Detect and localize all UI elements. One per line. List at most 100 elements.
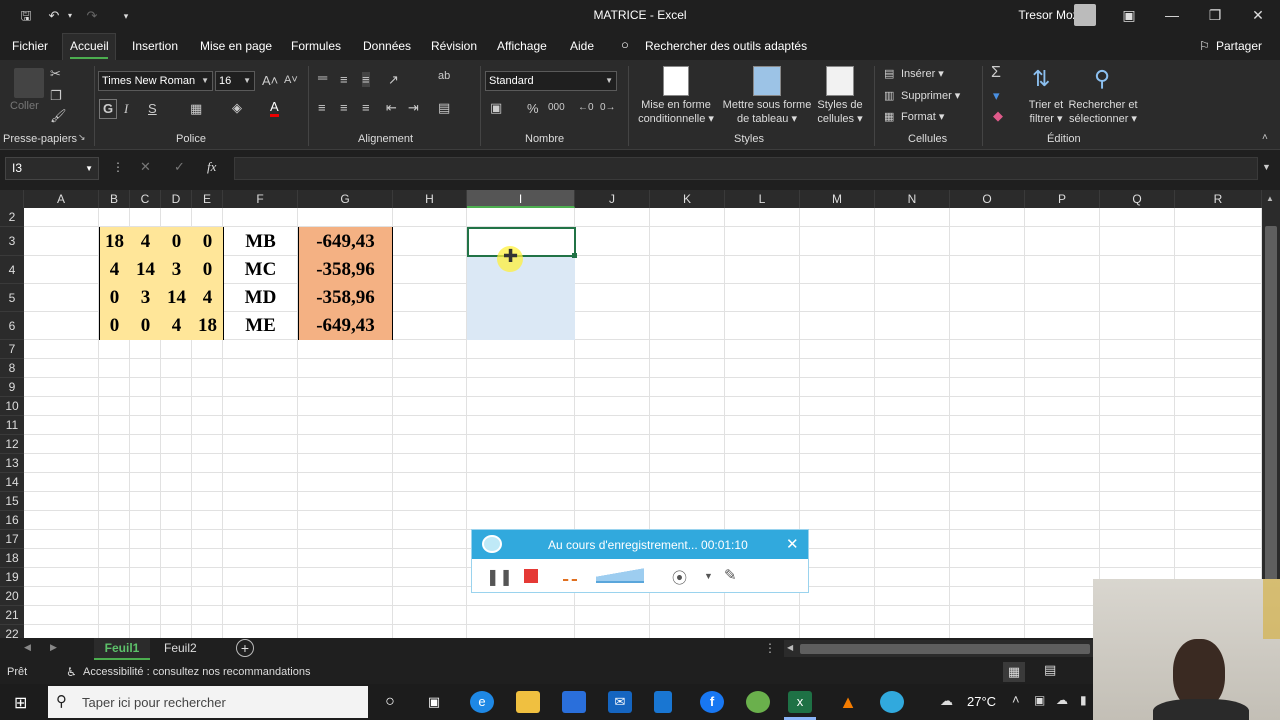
column-header[interactable]: G [298, 190, 393, 208]
tab-revision[interactable]: Révision [431, 39, 477, 53]
matrix-cell[interactable]: 18 [99, 227, 130, 256]
value-cell[interactable]: -358,96 [298, 284, 393, 312]
column-header[interactable]: J [575, 190, 650, 208]
utorrent-icon[interactable] [746, 691, 770, 713]
accounting-format-icon[interactable]: ▣ [490, 100, 502, 116]
italic-button[interactable]: I [124, 101, 128, 117]
clear-icon[interactable]: ◆ [993, 108, 1003, 124]
row-header[interactable]: 9 [0, 378, 24, 397]
ribbon-display-icon[interactable]: ▣ [1114, 4, 1144, 26]
tab-donnees[interactable]: Données [363, 39, 411, 53]
task-view-icon[interactable]: ▣ [422, 691, 446, 713]
formula-input[interactable] [234, 157, 1258, 180]
matrix-cell[interactable]: 4 [192, 284, 223, 312]
align-center-icon[interactable]: ≡ [340, 100, 348, 115]
clipboard-launcher-icon[interactable]: ↘ [78, 132, 86, 143]
font-name-combo[interactable]: Times New Roman ▼ [98, 71, 213, 91]
matrix-cell[interactable]: 3 [161, 256, 192, 284]
sheet-tab-feuil2[interactable]: Feuil2 [164, 641, 197, 655]
align-top-icon[interactable]: ═ [318, 70, 327, 85]
percent-button[interactable]: % [527, 101, 539, 116]
row-header[interactable]: 16 [0, 511, 24, 530]
delete-cells-icon[interactable]: ▥ [884, 89, 894, 102]
confirm-entry-icon[interactable]: ✓ [174, 159, 185, 175]
column-header[interactable]: D [161, 190, 192, 208]
column-header[interactable]: Q [1100, 190, 1175, 208]
format-painter-icon[interactable]: 🖌 [50, 108, 67, 124]
column-header[interactable]: K [650, 190, 725, 208]
insert-cells-icon[interactable]: ▤ [884, 67, 894, 80]
cell-styles-icon[interactable] [826, 66, 854, 96]
label-cell[interactable]: ME [223, 312, 298, 340]
row-header[interactable]: 22 [0, 625, 24, 638]
insert-button[interactable]: Insérer ▾ [901, 68, 944, 82]
increase-decimal-icon[interactable]: ←0 [578, 102, 594, 113]
share-button[interactable]: Partager [1216, 39, 1262, 53]
wrap-text-icon[interactable]: ab [438, 70, 450, 82]
grow-font-icon[interactable]: A˄ [262, 73, 278, 88]
word-doc-icon[interactable] [654, 691, 672, 713]
page-layout-view-icon[interactable]: ▤ [1044, 662, 1056, 678]
row-header[interactable]: 5 [0, 284, 24, 312]
column-header[interactable]: O [950, 190, 1025, 208]
name-box[interactable]: I3 ▼ [5, 157, 99, 180]
prev-sheet-icon[interactable]: ◀ [24, 642, 31, 653]
matrix-cell[interactable]: 0 [192, 227, 223, 256]
row-header[interactable]: 17 [0, 530, 24, 549]
tab-fichier[interactable]: Fichier [12, 39, 48, 53]
row-header[interactable]: 2 [0, 208, 24, 227]
conditional-format-icon[interactable] [663, 66, 689, 96]
scroll-up-icon[interactable]: ▲ [1266, 194, 1274, 203]
fill-icon[interactable]: ▾ [993, 88, 1000, 104]
column-header[interactable]: M [800, 190, 875, 208]
more-options-icon[interactable]: ⋮ [764, 641, 776, 655]
matrix-cell[interactable]: 14 [130, 256, 161, 284]
format-as-table-icon[interactable] [753, 66, 781, 96]
windows-start-icon[interactable]: ⊞ [14, 693, 27, 713]
column-header[interactable]: L [725, 190, 800, 208]
column-header[interactable]: A [24, 190, 99, 208]
value-cell[interactable]: -649,43 [298, 312, 393, 340]
sort-filter-button[interactable]: Trier et filtrer ▾ [1026, 99, 1066, 127]
row-header[interactable]: 4 [0, 256, 24, 284]
user-avatar[interactable] [1074, 4, 1096, 26]
recorder-app-icon[interactable] [880, 691, 904, 713]
scroll-left-icon[interactable]: ◀ [787, 643, 793, 652]
row-header[interactable]: 6 [0, 312, 24, 340]
row-header[interactable]: 8 [0, 359, 24, 378]
decrease-decimal-icon[interactable]: 0→ [600, 102, 616, 113]
webcam-icon[interactable]: ⦿ [672, 567, 687, 588]
network-icon[interactable]: ☁ [1056, 693, 1068, 707]
vertical-scroll-thumb[interactable] [1265, 226, 1277, 586]
label-cell[interactable]: MD [223, 284, 298, 312]
find-select-button[interactable]: Rechercher et sélectionner ▾ [1066, 99, 1140, 127]
paste-icon[interactable] [14, 68, 44, 98]
excel-icon[interactable]: x [788, 691, 812, 713]
sheet-tab-feuil1[interactable]: Feuil1 [94, 638, 150, 660]
column-header[interactable]: B [99, 190, 130, 208]
select-all-corner[interactable] [0, 190, 24, 208]
accessibility-status[interactable]: Accessibilité : consultez nos recommanda… [83, 666, 310, 678]
borders-icon[interactable]: ▦ [190, 101, 202, 117]
chevron-up-icon[interactable]: ˄ [1012, 692, 1020, 707]
sort-filter-icon[interactable]: ⇅ [1032, 66, 1050, 92]
more-options-icon[interactable]: ⋮ [112, 160, 124, 174]
taskbar-search-box[interactable]: ⚲ Taper ici pour rechercher [48, 686, 368, 718]
row-header[interactable]: 11 [0, 416, 24, 435]
row-header[interactable]: 21 [0, 606, 24, 625]
row-header[interactable]: 18 [0, 549, 24, 568]
insert-function-button[interactable]: fx [207, 159, 216, 175]
autosum-icon[interactable]: Σ [991, 64, 1001, 82]
font-color-icon[interactable]: A [270, 100, 279, 117]
row-header[interactable]: 13 [0, 454, 24, 473]
cancel-entry-icon[interactable]: ✕ [140, 159, 151, 175]
align-bottom-icon[interactable]: ≡ [362, 72, 370, 87]
expand-formula-icon[interactable]: ▼ [1262, 162, 1271, 172]
column-header[interactable]: P [1025, 190, 1100, 208]
file-explorer-icon[interactable] [516, 691, 540, 713]
tab-affichage[interactable]: Affichage [497, 39, 547, 53]
matrix-cell[interactable]: 0 [99, 312, 130, 340]
row-header[interactable]: 10 [0, 397, 24, 416]
vlc-icon[interactable]: ▲ [836, 691, 860, 713]
copy-icon[interactable]: ❐ [50, 88, 62, 104]
